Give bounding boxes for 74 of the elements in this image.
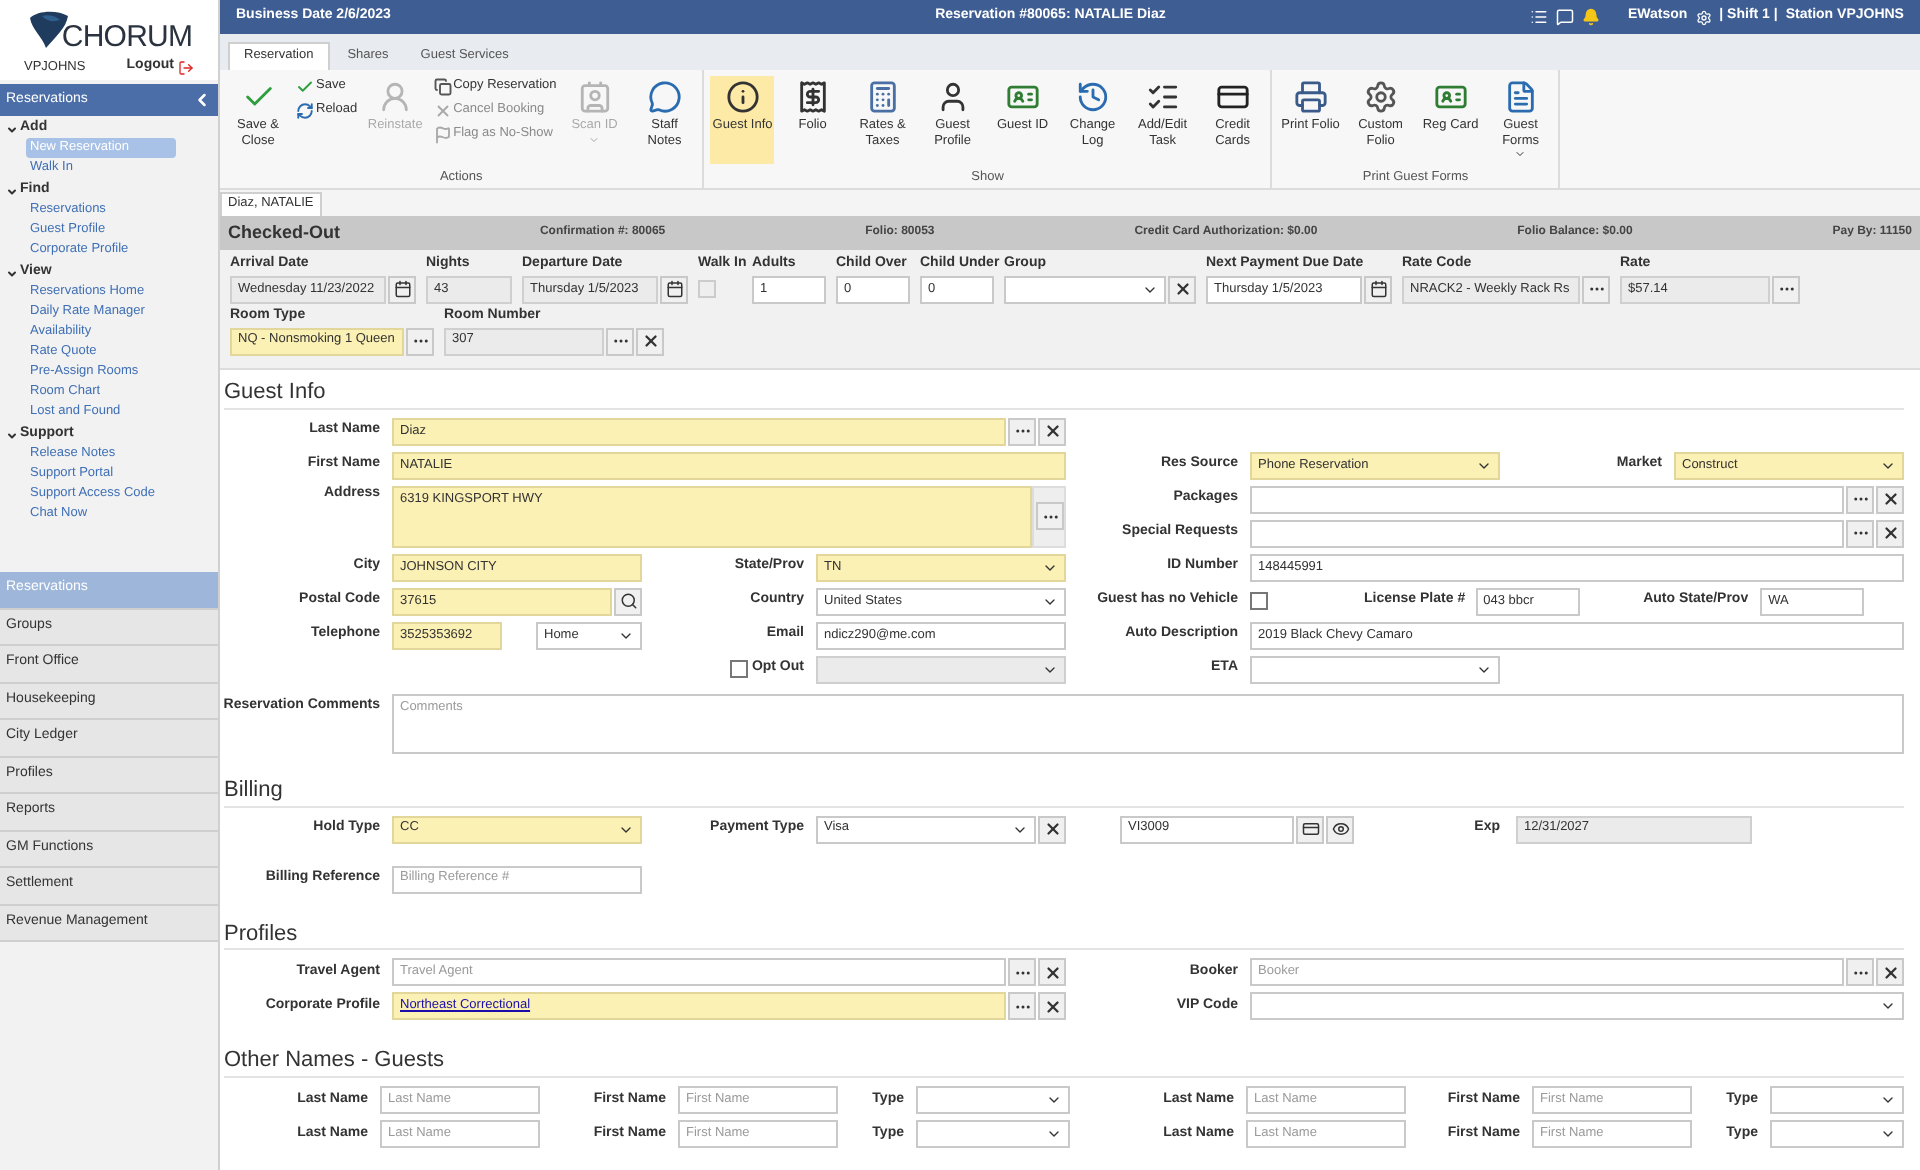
clear-button[interactable] bbox=[1038, 992, 1066, 1021]
calendar-icon bbox=[393, 280, 411, 299]
settings-icon bbox=[1363, 80, 1398, 114]
input-field[interactable] bbox=[1250, 519, 1844, 548]
chevron-icon bbox=[1046, 1126, 1062, 1142]
status-text: Checked-Out bbox=[228, 221, 341, 245]
clear-button[interactable] bbox=[1876, 519, 1904, 548]
clear-button[interactable] bbox=[1038, 958, 1066, 987]
chevron-icon[interactable] bbox=[6, 185, 18, 197]
document-icon bbox=[1503, 80, 1538, 114]
checkbox[interactable] bbox=[729, 660, 748, 679]
chevron-icon bbox=[1046, 1092, 1062, 1108]
close-icon bbox=[1173, 280, 1191, 299]
brand-name: CHORUM bbox=[61, 22, 193, 53]
eye-icon bbox=[1331, 820, 1349, 838]
id-card-icon bbox=[1433, 80, 1468, 114]
section-heading: Billing bbox=[224, 777, 283, 802]
more-button[interactable] bbox=[406, 327, 434, 355]
section-heading: Guest Info bbox=[224, 380, 326, 404]
close-icon bbox=[1043, 422, 1061, 441]
credit-card-icon bbox=[1301, 820, 1319, 838]
calendar-icon bbox=[665, 280, 683, 299]
search-icon bbox=[619, 592, 637, 611]
close-icon bbox=[1043, 997, 1061, 1016]
bell-icon[interactable] bbox=[1581, 8, 1600, 26]
section-heading: Other Names - Guests bbox=[224, 1048, 445, 1073]
calendar-button[interactable] bbox=[1364, 275, 1392, 304]
chat-icon[interactable] bbox=[1555, 8, 1574, 26]
chevron-icon bbox=[1880, 1126, 1896, 1142]
logout-icon bbox=[178, 59, 194, 76]
checkbox[interactable] bbox=[1250, 592, 1268, 611]
collapse-icon[interactable] bbox=[192, 90, 212, 110]
calendar-button[interactable] bbox=[388, 275, 416, 304]
info-icon bbox=[725, 80, 760, 114]
section-heading: Profiles bbox=[224, 921, 298, 945]
input-field[interactable] bbox=[1250, 485, 1844, 514]
list-icon[interactable] bbox=[1529, 8, 1548, 26]
close-icon bbox=[1881, 490, 1899, 509]
settings-icon[interactable] bbox=[1695, 9, 1712, 25]
clear-button[interactable] bbox=[1168, 275, 1196, 304]
close-icon bbox=[1043, 820, 1061, 838]
printer-icon bbox=[1293, 80, 1328, 114]
refresh-icon bbox=[296, 102, 314, 120]
person-icon bbox=[378, 80, 413, 114]
copy-icon bbox=[433, 78, 452, 96]
clear-button[interactable] bbox=[1038, 417, 1066, 446]
chevron-icon[interactable] bbox=[6, 123, 18, 135]
calendar-icon bbox=[1369, 280, 1387, 299]
credit-card-icon bbox=[1215, 80, 1250, 114]
chevron-icon bbox=[1880, 1092, 1896, 1108]
check-icon bbox=[296, 78, 314, 96]
chevron-icon[interactable] bbox=[6, 267, 18, 279]
chevron-icon[interactable] bbox=[6, 429, 18, 441]
show-button[interactable] bbox=[1326, 815, 1354, 843]
id-card-icon bbox=[577, 80, 612, 114]
receipt-icon bbox=[795, 80, 830, 114]
more-button[interactable] bbox=[1036, 502, 1064, 531]
id-card-icon bbox=[1005, 80, 1040, 114]
flag-icon bbox=[433, 126, 452, 144]
search-button[interactable] bbox=[614, 587, 642, 616]
close-icon bbox=[1881, 524, 1899, 543]
close-icon bbox=[1881, 963, 1899, 982]
history-icon bbox=[1075, 80, 1110, 114]
clear-button[interactable] bbox=[1038, 815, 1066, 843]
calculator-icon bbox=[865, 80, 900, 114]
close-icon bbox=[641, 332, 659, 350]
clear-button[interactable] bbox=[1876, 958, 1904, 987]
card-button[interactable] bbox=[1296, 815, 1324, 843]
speech-bubble-icon bbox=[647, 80, 682, 114]
checklist-icon bbox=[1145, 80, 1180, 114]
close-icon bbox=[1043, 963, 1061, 982]
calendar-button[interactable] bbox=[660, 275, 688, 304]
clear-button[interactable] bbox=[1876, 485, 1904, 514]
x-icon bbox=[433, 102, 452, 120]
